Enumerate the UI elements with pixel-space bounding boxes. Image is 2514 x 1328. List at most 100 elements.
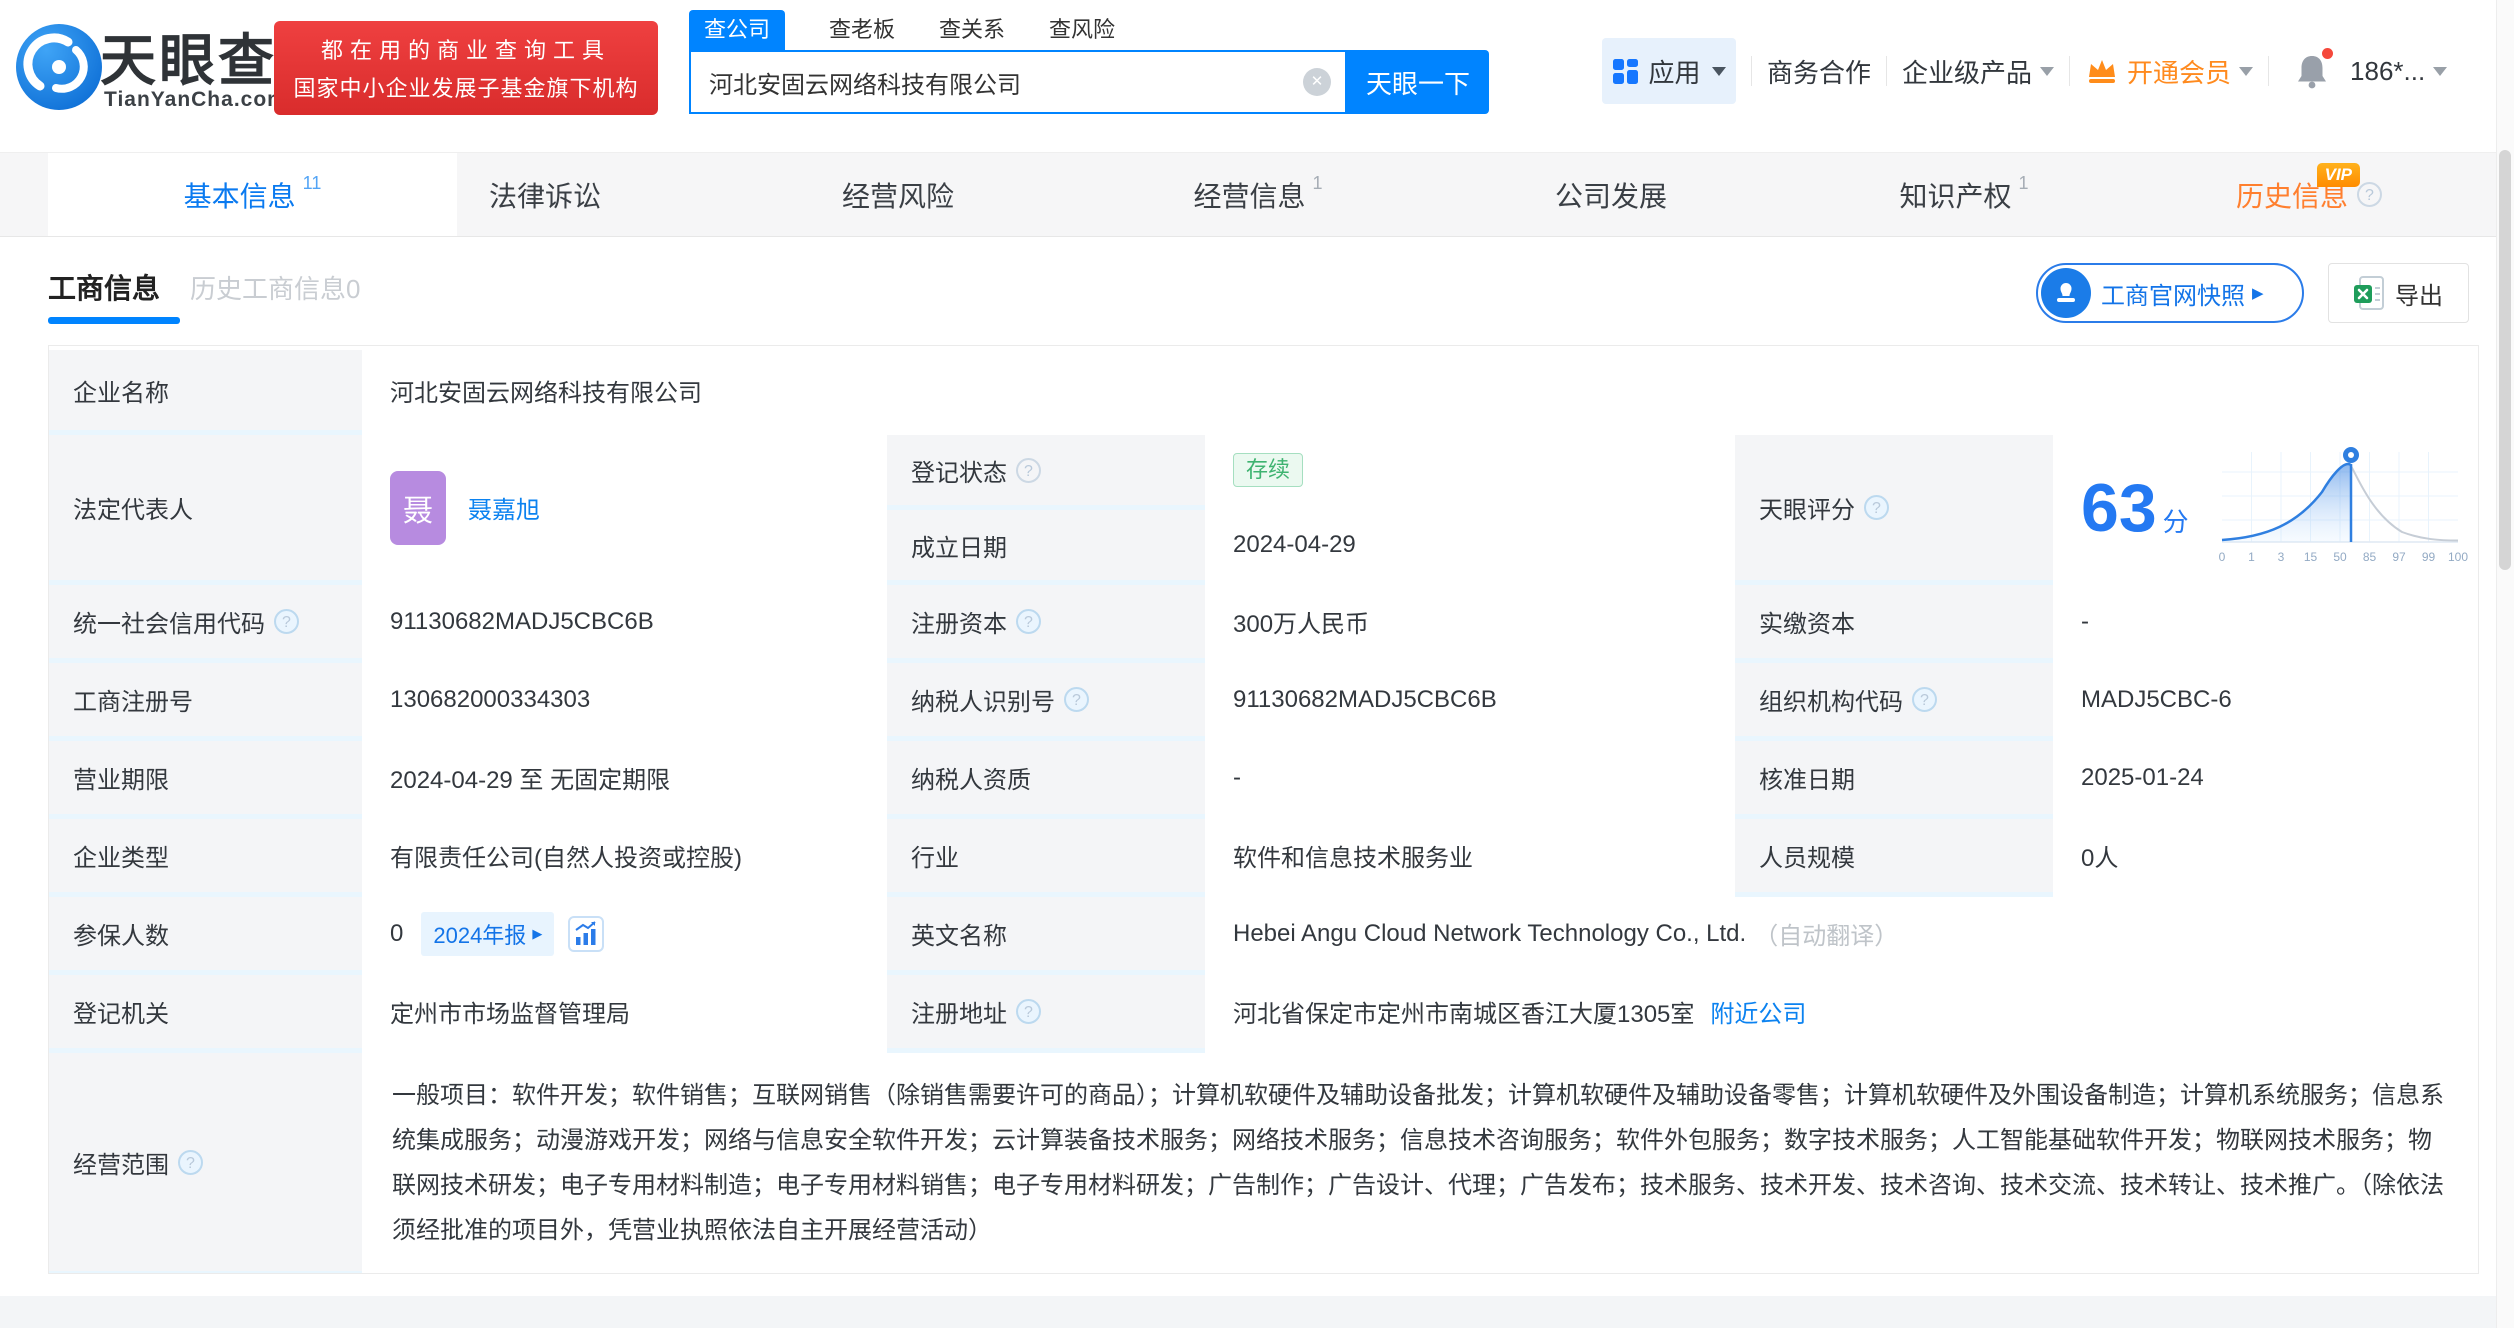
export-button[interactable]: 导出	[2328, 263, 2469, 323]
tab-operation-risk[interactable]: 经营风险	[842, 153, 954, 236]
svg-text:100: 100	[2448, 550, 2468, 564]
tianyancha-logo-icon[interactable]	[16, 24, 102, 110]
business-scope-value: 一般项目：软件开发；软件销售；互联网销售（除销售需要许可的商品）；计算机软硬件及…	[362, 1053, 2478, 1271]
brand-name[interactable]: 天眼查	[100, 16, 277, 97]
company-name-value: 河北安固云网络科技有限公司	[390, 373, 702, 408]
subtab-history-business-info[interactable]: 历史工商信息0	[190, 269, 360, 306]
search-button[interactable]: 天眼一下	[1347, 50, 1489, 114]
auto-translate-note: （自动翻译）	[1754, 916, 1898, 951]
search-tab-relation[interactable]: 查关系	[939, 10, 1005, 50]
table-row: 参保人数 0 2024年报 ▶ 英文名称 Hebei Angu Cloud Ne…	[49, 897, 2478, 970]
apps-label: 应用	[1648, 53, 1700, 90]
field-label: 天眼评分	[1759, 490, 1855, 525]
avatar: 聂	[390, 471, 446, 545]
apps-menu[interactable]: 应用	[1602, 38, 1736, 104]
tab-basic-info[interactable]: 基本信息 11	[48, 153, 457, 236]
field-value: 300万人民币	[1233, 604, 1369, 639]
stamp-icon	[2041, 268, 2091, 318]
field-value: 91130682MADJ5CBC6B	[390, 608, 654, 636]
search-box: 河北安固云网络科技有限公司 ✕	[689, 50, 1347, 114]
promo-line1: 都在用的商业查询工具	[321, 33, 611, 65]
svg-text:3: 3	[2278, 550, 2285, 564]
promo-line2: 国家中小企业发展子基金旗下机构	[293, 71, 638, 103]
chart-tick-labels: 0 1 3 15 50 85 97 99 100	[2219, 550, 2468, 564]
tab-count: 1	[1313, 173, 1323, 194]
svg-text:15: 15	[2304, 550, 2318, 564]
score-distribution-chart: 0 1 3 15 50 85 97 99 100	[2212, 444, 2468, 572]
field-label: 登记机关	[73, 994, 169, 1029]
notification-bell[interactable]	[2294, 51, 2330, 91]
divider	[2069, 56, 2070, 86]
tab-operation-info[interactable]: 经营信息 1	[1193, 153, 1322, 236]
divider	[1751, 56, 1752, 86]
help-icon[interactable]: ?	[1864, 495, 1889, 520]
tab-history-info[interactable]: 历史信息 ? VIP	[2236, 153, 2382, 236]
svg-text:97: 97	[2392, 550, 2406, 564]
search-tab-boss[interactable]: 查老板	[829, 10, 895, 50]
search-tab-risk[interactable]: 查风险	[1049, 10, 1115, 50]
svg-text:0: 0	[2219, 550, 2226, 564]
table-row: 营业期限 2024-04-29 至 无固定期限 纳税人资质 - 核准日期 202…	[49, 741, 2478, 814]
field-value: 91130682MADJ5CBC6B	[1233, 686, 1497, 714]
insured-count: 0	[390, 920, 403, 948]
search-tab-company[interactable]: 查公司	[689, 10, 785, 50]
chevron-down-icon	[1712, 67, 1726, 76]
promo-banner: 都在用的商业查询工具 国家中小企业发展子基金旗下机构	[274, 21, 658, 115]
svg-text:50: 50	[2333, 550, 2347, 564]
table-row: 法定代表人 聂 聂嘉旭 登记状态 ? 存续 成立日期 2024-04-29 天眼…	[49, 435, 2478, 580]
field-value: 有限责任公司(自然人投资或控股)	[390, 838, 742, 873]
field-label: 成立日期	[911, 528, 1007, 563]
tab-intellectual-property[interactable]: 知识产权 1	[1899, 153, 2028, 236]
tab-label: 基本信息	[184, 175, 296, 215]
nearby-companies-link[interactable]: 附近公司	[1710, 994, 1806, 1029]
clear-icon[interactable]: ✕	[1303, 68, 1331, 96]
field-label: 英文名称	[911, 916, 1007, 951]
field-value: MADJ5CBC-6	[2081, 686, 2232, 714]
excel-icon	[2354, 276, 2384, 310]
field-label: 登记状态	[911, 453, 1007, 488]
official-snapshot-button[interactable]: 工商官网快照 ▶	[2036, 263, 2304, 323]
scrollbar-track	[2496, 0, 2514, 1328]
field-label: 工商注册号	[73, 682, 193, 717]
help-icon[interactable]: ?	[1016, 458, 1041, 483]
table-row: 登记机关 定州市市场监督管理局 注册地址 ? 河北省保定市定州市南城区香江大厦1…	[49, 975, 2478, 1048]
svg-text:99: 99	[2422, 550, 2436, 564]
user-account[interactable]: 186*...	[2350, 56, 2425, 87]
status-badge: 存续	[1233, 453, 1303, 487]
help-icon[interactable]: ?	[1912, 687, 1937, 712]
legal-rep-link[interactable]: 聂嘉旭	[468, 490, 540, 525]
nav-membership[interactable]: 开通会员	[2127, 53, 2231, 90]
snapshot-label: 工商官网快照	[2101, 276, 2245, 311]
address-value: 河北省保定市定州市南城区香江大厦1305室	[1233, 994, 1694, 1029]
help-icon[interactable]: ?	[2357, 182, 2382, 207]
top-header: 天眼查 TianYanCha.com 都在用的商业查询工具 国家中小企业发展子基…	[0, 0, 2514, 152]
help-icon[interactable]: ?	[1016, 609, 1041, 634]
notification-dot	[2322, 48, 2333, 59]
help-icon[interactable]: ?	[1016, 999, 1041, 1024]
help-icon[interactable]: ?	[178, 1150, 203, 1175]
tab-label: 法律诉讼	[489, 175, 601, 215]
tab-company-development[interactable]: 公司发展	[1555, 153, 1667, 236]
field-label: 统一社会信用代码	[73, 604, 265, 639]
chevron-down-icon	[2040, 67, 2054, 76]
subtab-business-info[interactable]: 工商信息	[48, 267, 160, 307]
table-row: 统一社会信用代码 ? 91130682MADJ5CBC6B 注册资本 ? 300…	[49, 585, 2478, 658]
nav-enterprise-products[interactable]: 企业级产品	[1902, 53, 2032, 90]
chevron-down-icon	[2239, 67, 2253, 76]
tab-legal-litigation[interactable]: 法律诉讼	[489, 153, 601, 236]
chevron-down-icon	[2433, 67, 2447, 76]
scrollbar-thumb[interactable]	[2499, 150, 2511, 570]
field-label: 企业类型	[73, 838, 169, 873]
search-input[interactable]: 河北安固云网络科技有限公司	[691, 65, 1303, 100]
insured-trend-icon[interactable]	[568, 916, 604, 952]
help-icon[interactable]: ?	[274, 609, 299, 634]
field-label: 纳税人识别号	[911, 682, 1055, 717]
nav-cooperation[interactable]: 商务合作	[1767, 53, 1871, 90]
annual-report-badge[interactable]: 2024年报 ▶	[421, 912, 554, 956]
apps-grid-icon	[1612, 58, 1639, 85]
help-icon[interactable]: ?	[1064, 687, 1089, 712]
table-row: 企业类型 有限责任公司(自然人投资或控股) 行业 软件和信息技术服务业 人员规模…	[49, 819, 2478, 892]
field-label: 企业名称	[73, 373, 169, 408]
field-label: 注册地址	[911, 994, 1007, 1029]
field-label: 行业	[911, 838, 959, 873]
